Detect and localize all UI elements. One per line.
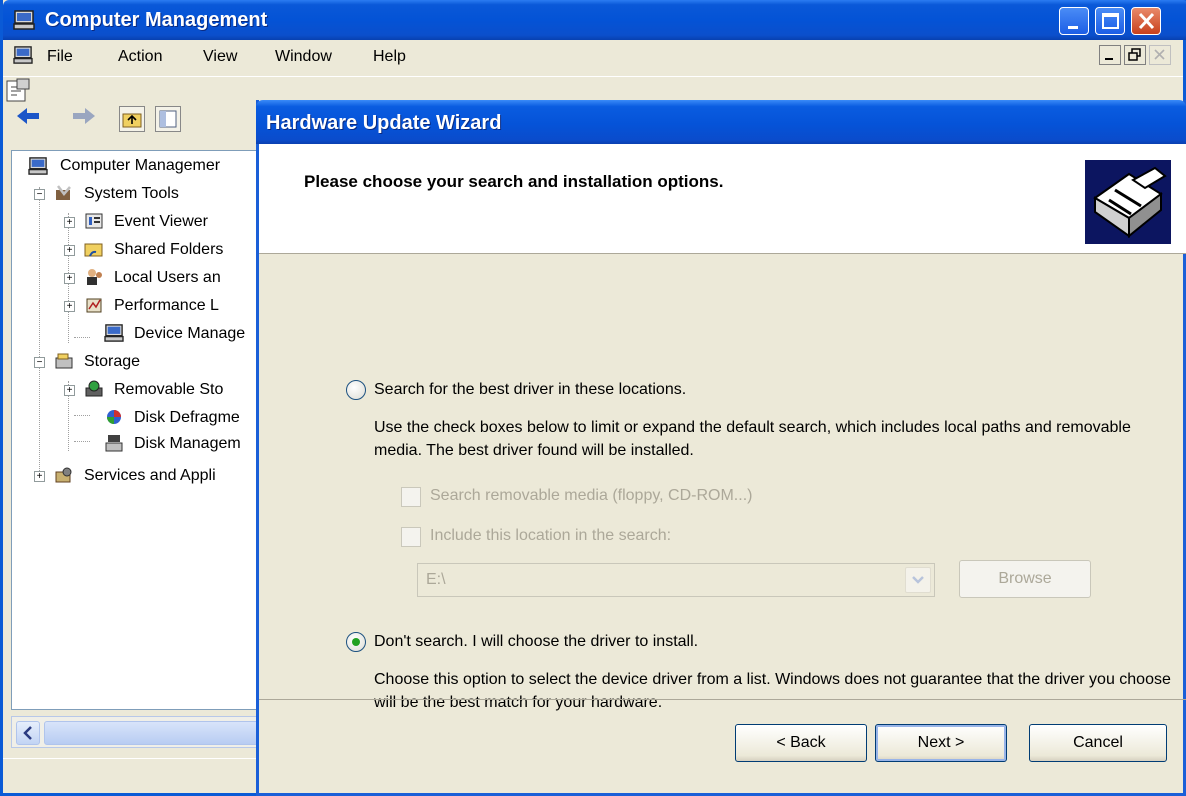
search-locations-radio[interactable]	[346, 380, 366, 400]
expand-icon[interactable]: +	[64, 245, 75, 256]
tree-label: Storage	[84, 353, 141, 370]
computer-icon	[28, 157, 48, 175]
include-location-checkbox[interactable]	[401, 527, 421, 547]
chevron-down-icon	[912, 576, 924, 584]
minimize-icon	[1068, 26, 1078, 29]
hardware-card-icon	[1093, 166, 1167, 239]
main-title-bar[interactable]: Computer Management	[3, 0, 1186, 40]
hardware-update-wizard-dialog: Hardware Update Wizard Please choose you…	[256, 100, 1186, 796]
removable-storage-icon	[85, 380, 103, 397]
computer-icon	[13, 10, 35, 30]
search-locations-description: Use the check boxes below to limit or ex…	[374, 419, 1131, 459]
tree-label: Computer Managemer	[60, 157, 221, 174]
expand-icon[interactable]: +	[64, 385, 75, 396]
device-manager-icon	[104, 324, 124, 342]
menu-bar: File Action View Window Help	[3, 40, 1183, 74]
main-window-title: Computer Management	[45, 9, 268, 31]
close-button[interactable]	[1131, 7, 1161, 35]
tree-label: Removable Sto	[114, 381, 224, 398]
wizard-footer: < Back Next > Cancel	[259, 699, 1186, 796]
chevron-left-icon	[23, 726, 32, 740]
close-icon	[1154, 49, 1165, 60]
manual-choose-radio[interactable]	[346, 632, 366, 652]
wizard-title-bar[interactable]: Hardware Update Wizard	[256, 100, 1186, 144]
radio-selected-dot	[352, 638, 360, 646]
tree-horizontal-scrollbar[interactable]	[11, 716, 264, 748]
wizard-header: Please choose your search and installati…	[259, 144, 1186, 254]
collapse-icon[interactable]: −	[34, 189, 45, 200]
include-location-label: Include this location in the search:	[430, 527, 672, 544]
menu-help[interactable]: Help	[373, 48, 406, 66]
menu-window[interactable]: Window	[275, 48, 332, 66]
minimize-button[interactable]	[1059, 7, 1089, 35]
back-button[interactable]: < Back	[735, 724, 867, 762]
disk-management-icon	[105, 435, 123, 452]
services-icon	[55, 467, 72, 483]
tree-label: Disk Managem	[134, 435, 241, 452]
expand-icon[interactable]: +	[34, 471, 45, 482]
tree-label: Local Users an	[114, 269, 221, 286]
maximize-icon	[1102, 13, 1119, 29]
folder-up-icon	[122, 113, 142, 128]
search-removable-media-checkbox[interactable]	[401, 487, 421, 507]
tree-label: Disk Defragme	[134, 409, 240, 426]
manual-choose-label[interactable]: Don't search. I will choose the driver t…	[374, 633, 698, 651]
location-value: E:\	[426, 571, 446, 588]
storage-icon	[55, 353, 73, 369]
disk-defragmenter-icon	[107, 410, 121, 424]
collapse-icon[interactable]: −	[34, 357, 45, 368]
search-removable-media-label: Search removable media (floppy, CD-ROM..…	[430, 487, 753, 504]
console-tree-icon	[159, 110, 177, 128]
computer-icon	[13, 46, 33, 64]
system-tools-icon	[56, 185, 71, 200]
tree-label: Shared Folders	[114, 241, 224, 258]
tree-label: Device Manage	[134, 325, 246, 342]
expand-icon[interactable]: +	[64, 273, 75, 284]
up-one-level-button[interactable]	[119, 106, 145, 132]
menu-action[interactable]: Action	[118, 48, 162, 66]
close-icon	[1138, 12, 1155, 30]
scroll-left-button[interactable]	[16, 721, 40, 745]
performance-logs-icon	[86, 298, 102, 313]
maximize-button[interactable]	[1095, 7, 1125, 35]
show-hide-tree-button[interactable]	[155, 106, 181, 132]
location-combobox[interactable]: E:\	[417, 563, 935, 597]
mdi-minimize-button[interactable]	[1099, 45, 1121, 65]
tree-label: Event Viewer	[114, 213, 208, 230]
wizard-title: Hardware Update Wizard	[266, 112, 502, 134]
scroll-thumb[interactable]	[44, 721, 264, 745]
menu-view[interactable]: View	[203, 48, 237, 66]
next-button[interactable]: Next >	[875, 724, 1007, 762]
back-arrow-icon[interactable]	[15, 105, 43, 127]
restore-icon	[1128, 48, 1141, 61]
wizard-body: Search for the best driver in these loca…	[259, 255, 1186, 711]
console-tree[interactable]: Computer Managemer − System Tools + Even…	[11, 150, 261, 710]
properties-icon[interactable]	[3, 77, 33, 105]
event-viewer-icon	[85, 213, 103, 229]
dropdown-button[interactable]	[905, 567, 931, 593]
cancel-button[interactable]: Cancel	[1029, 724, 1167, 762]
search-locations-label[interactable]: Search for the best driver in these loca…	[374, 381, 686, 399]
tree-label: System Tools	[84, 185, 179, 202]
tree-label: Services and Appli	[84, 467, 216, 484]
menu-file[interactable]: File	[47, 48, 73, 66]
browse-button[interactable]: Browse	[959, 560, 1091, 598]
minimize-icon	[1105, 58, 1113, 60]
mdi-close-button[interactable]	[1149, 45, 1171, 65]
expand-icon[interactable]: +	[64, 217, 75, 228]
tree-label: Performance L	[114, 297, 219, 314]
mdi-restore-button[interactable]	[1124, 45, 1146, 65]
wizard-heading: Please choose your search and installati…	[304, 172, 724, 191]
hardware-wizard-logo	[1085, 160, 1171, 244]
users-icon	[87, 269, 102, 285]
forward-arrow-icon[interactable]	[71, 105, 99, 127]
shared-folder-icon	[84, 243, 103, 257]
expand-icon[interactable]: +	[64, 301, 75, 312]
